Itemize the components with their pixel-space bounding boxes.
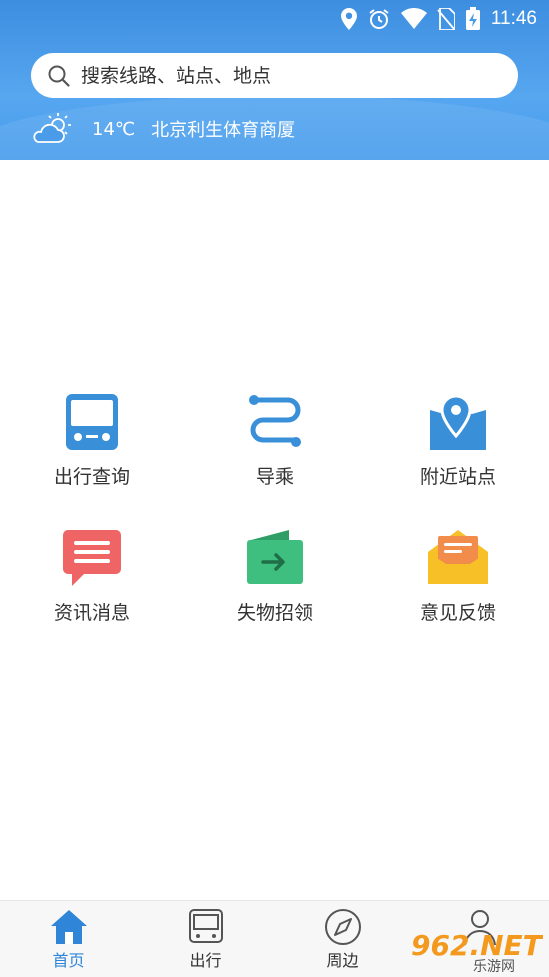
menu-item-nearby-stations[interactable]: 附近站点 — [388, 390, 528, 500]
wallet-icon — [247, 530, 303, 584]
battery-charging-icon — [465, 7, 480, 30]
weather-info: 14℃ 北京利生体育商厦 — [30, 112, 295, 146]
home-icon — [50, 910, 87, 944]
watermark-text: 962.NET — [411, 929, 543, 962]
status-time: 11:46 — [490, 8, 537, 29]
search-input[interactable] — [79, 63, 483, 88]
status-icons: 11:46 — [340, 6, 537, 32]
menu-item-news[interactable]: 资讯消息 — [22, 526, 162, 636]
menu-item-travel-query[interactable]: 出行查询 — [22, 390, 162, 500]
partly-cloudy-icon — [33, 113, 71, 143]
menu-label: 意见反馈 — [419, 602, 496, 624]
status-bar: 11:46 — [0, 0, 549, 38]
bus-icon — [66, 394, 118, 450]
alarm-icon — [369, 9, 389, 29]
menu-item-guide[interactable]: 导乘 — [205, 390, 345, 500]
bus-outline-icon — [188, 909, 223, 943]
tab-label: 出行 — [189, 951, 222, 970]
menu-item-feedback[interactable]: 意见反馈 — [388, 526, 528, 636]
header: 11:46 14℃ 北京利生体育商厦 — [0, 0, 549, 160]
menu-label: 导乘 — [255, 466, 294, 488]
menu-label: 附近站点 — [419, 466, 496, 488]
temperature: 14℃ — [92, 118, 136, 140]
wifi-icon — [400, 8, 427, 29]
watermark-sub: 乐游网 — [473, 959, 515, 973]
watermark-logo: 962.NET 乐游网 — [411, 929, 543, 973]
search-bar[interactable] — [31, 53, 518, 98]
route-icon — [249, 395, 301, 447]
menu-item-lost-found[interactable]: 失物招领 — [205, 526, 345, 636]
map-pin-icon — [430, 394, 486, 450]
no-sim-icon — [437, 8, 455, 30]
menu-label: 资讯消息 — [53, 602, 130, 624]
location-icon — [340, 8, 357, 30]
mail-icon — [428, 530, 488, 584]
tab-travel[interactable]: 出行 — [137, 901, 274, 977]
menu-label: 失物招领 — [236, 602, 313, 624]
search-icon — [48, 65, 70, 87]
tab-home[interactable]: 首页 — [0, 901, 137, 977]
compass-icon — [324, 909, 361, 945]
tab-label: 首页 — [52, 951, 85, 970]
tab-nearby[interactable]: 周边 — [274, 901, 411, 977]
menu-label: 出行查询 — [53, 466, 130, 488]
message-icon — [63, 530, 121, 586]
tab-label: 周边 — [326, 951, 359, 970]
current-location: 北京利生体育商厦 — [151, 120, 296, 141]
